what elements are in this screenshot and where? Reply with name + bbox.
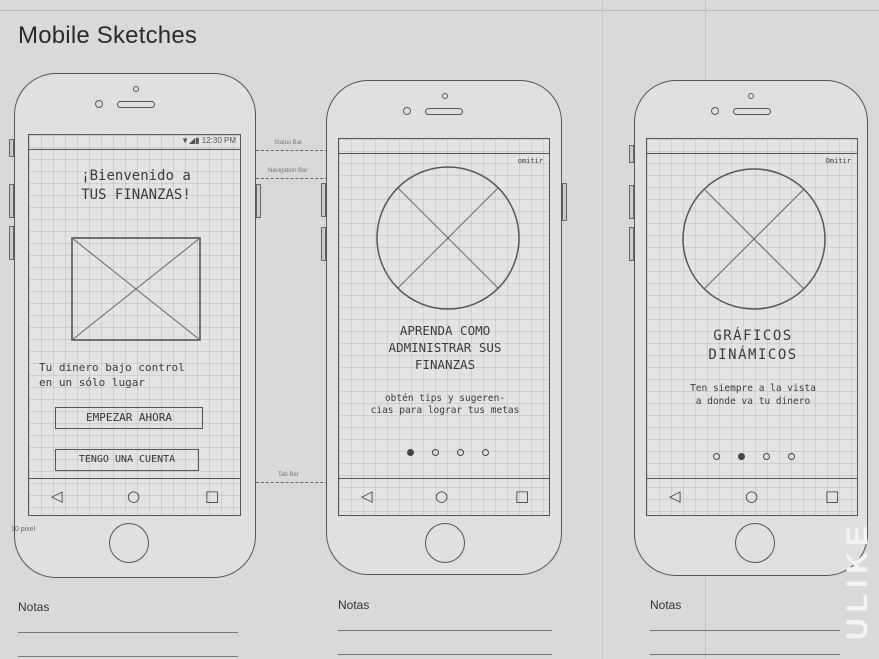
paper-line: [0, 10, 879, 11]
sensor-icon: [442, 93, 448, 99]
page-indicator: [713, 453, 795, 460]
status-bar-annotation: Status Bar: [274, 140, 303, 146]
phone-sketch-learn: omitir APRENDA COMO ADMINISTRAR SUS FINA…: [321, 80, 567, 575]
side-button: [9, 184, 14, 218]
recents-icon[interactable]: □: [205, 487, 219, 505]
navigation-bar: ◁ ○ □: [647, 478, 857, 515]
pixel-note: 10 pixel: [11, 526, 36, 533]
page-dot-active[interactable]: [407, 449, 414, 456]
notes-label: Notas: [650, 598, 682, 612]
paper-line: [602, 0, 603, 659]
recents-icon[interactable]: □: [825, 487, 839, 505]
speaker-icon: [117, 101, 155, 108]
page-dot[interactable]: [457, 449, 464, 456]
status-bar: [339, 139, 549, 154]
onboarding-heading: GRÁFICOS DINÁMICOS: [708, 328, 798, 363]
notes-line: [650, 630, 840, 631]
annotation-line: [256, 482, 328, 483]
home-icon[interactable]: ○: [745, 487, 758, 505]
sheet-title: Mobile Sketches: [18, 22, 198, 49]
notes-label: Notas: [338, 598, 370, 612]
page-indicator: [407, 449, 489, 456]
skip-link[interactable]: omitir: [518, 157, 543, 166]
back-icon[interactable]: ◁: [361, 487, 373, 505]
notes-line: [18, 632, 238, 633]
sensor-icon: [748, 93, 754, 99]
side-button: [256, 184, 261, 218]
page-dot[interactable]: [788, 453, 795, 460]
recents-icon[interactable]: □: [515, 487, 529, 505]
navigation-bar: ◁ ○ □: [339, 478, 549, 515]
annotation-line: [256, 150, 328, 151]
welcome-heading: ¡Bienvenido a TUS FINANZAS!: [81, 168, 191, 203]
phone-sketch-welcome: ▼◢▮ 12:30 PM ¡Bienvenido a TUS FINANZAS!…: [9, 73, 261, 578]
camera-icon: [95, 100, 103, 108]
navigation-bar-annotation: Navigation Bar: [268, 168, 308, 174]
navigation-bar: ◁ ○ □: [29, 478, 240, 515]
home-button: [109, 523, 149, 563]
back-icon[interactable]: ◁: [51, 487, 63, 505]
home-icon[interactable]: ○: [435, 487, 448, 505]
side-button: [9, 226, 14, 260]
side-button: [629, 185, 634, 219]
tab-bar-annotation: Tab Bar: [278, 472, 299, 478]
home-icon[interactable]: ○: [127, 487, 140, 505]
notes-label: Notas: [18, 600, 50, 614]
sensor-icon: [133, 86, 139, 92]
status-icons: ▼◢▮ 12:30 PM: [181, 136, 236, 145]
annotation-line: [256, 178, 328, 179]
speaker-icon: [733, 108, 771, 115]
notes-line: [338, 654, 552, 655]
onboarding-heading: APRENDA COMO ADMINISTRAR SUS FINANZAS: [388, 323, 502, 372]
onboarding-subtext: Ten siempre a la vista a donde va tu din…: [690, 383, 816, 407]
page-dot[interactable]: [713, 453, 720, 460]
notes-line: [650, 654, 840, 655]
camera-icon: [403, 107, 411, 115]
phone-sketch-charts: Omitir GRÁFICOS DINÁMICOS Ten siempre a …: [629, 80, 868, 576]
phone-screen: Omitir GRÁFICOS DINÁMICOS Ten siempre a …: [646, 138, 858, 516]
page-dot[interactable]: [432, 449, 439, 456]
side-button: [321, 183, 326, 217]
illustration-placeholder: [376, 166, 520, 310]
side-button: [9, 139, 14, 157]
notes-line: [18, 656, 238, 657]
camera-icon: [711, 107, 719, 115]
home-button: [735, 523, 775, 563]
page-dot-active[interactable]: [738, 453, 745, 460]
page-dot[interactable]: [763, 453, 770, 460]
skip-link[interactable]: Omitir: [826, 157, 851, 166]
start-now-button[interactable]: EMPEZAR AHORA: [55, 407, 203, 429]
tagline-text: Tu dinero bajo control en un sólo lugar: [39, 361, 185, 389]
side-button: [562, 183, 567, 221]
illustration-placeholder: [682, 168, 826, 310]
have-account-button[interactable]: TENGO UNA CUENTA: [55, 449, 199, 471]
side-button: [629, 145, 634, 163]
side-button: [321, 227, 326, 261]
image-placeholder: [71, 237, 201, 341]
phone-screen: omitir APRENDA COMO ADMINISTRAR SUS FINA…: [338, 138, 550, 516]
status-bar: ▼◢▮ 12:30 PM: [29, 135, 240, 150]
side-button: [629, 227, 634, 261]
status-bar: [647, 139, 857, 154]
onboarding-subtext: obtén tips y sugeren- cias para lograr t…: [370, 393, 520, 416]
notes-line: [338, 630, 552, 631]
page-dot[interactable]: [482, 449, 489, 456]
watermark-text: ULIKE: [841, 520, 874, 640]
speaker-icon: [425, 108, 463, 115]
home-button: [425, 523, 465, 563]
phone-screen: ▼◢▮ 12:30 PM ¡Bienvenido a TUS FINANZAS!…: [28, 134, 241, 516]
back-icon[interactable]: ◁: [669, 487, 681, 505]
